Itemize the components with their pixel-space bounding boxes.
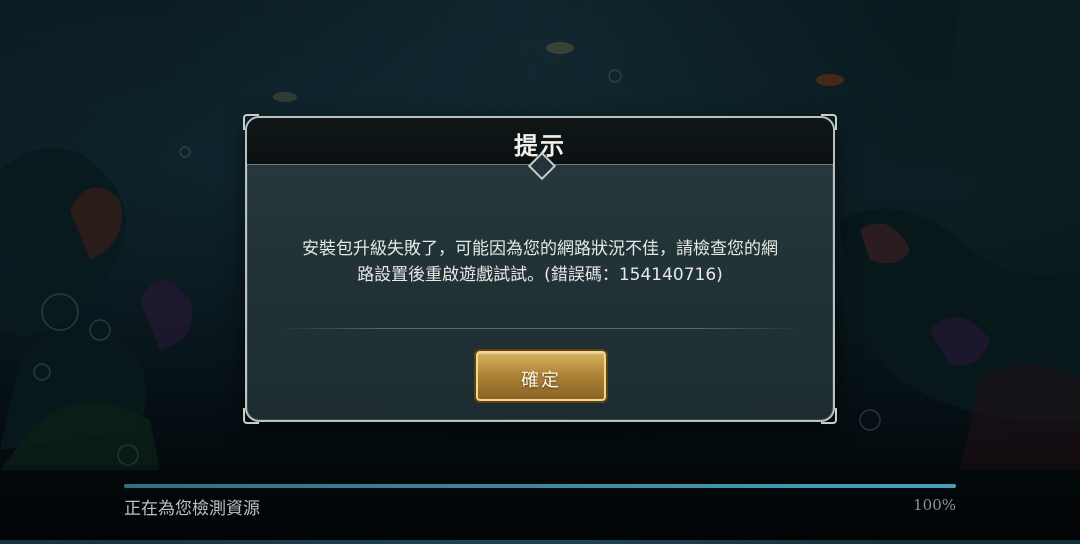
dialog-divider bbox=[277, 328, 803, 329]
loading-status-text: 正在為您檢測資源 bbox=[124, 499, 260, 519]
dialog-corner-ornament bbox=[243, 408, 259, 424]
dialog-message-line: 安裝包升級失敗了，可能因為您的網路狀況不佳，請檢查您的網 bbox=[302, 239, 778, 259]
confirm-button[interactable]: 確定 bbox=[476, 351, 606, 401]
loading-progress-bar bbox=[124, 484, 956, 488]
dialog-message-line: 路設置後重啟遊戲試試。(錯誤碼：154140716) bbox=[357, 265, 723, 285]
dialog-message: 安裝包升級失敗了，可能因為您的網路狀況不佳，請檢查您的網 路設置後重啟遊戲試試。… bbox=[261, 236, 819, 288]
alert-dialog: 提示 安裝包升級失敗了，可能因為您的網路狀況不佳，請檢查您的網 路設置後重啟遊戲… bbox=[243, 114, 837, 424]
loading-percent-text: 100% bbox=[913, 496, 956, 514]
dialog-corner-ornament bbox=[821, 408, 837, 424]
confirm-button-label: 確定 bbox=[521, 370, 561, 391]
loading-progress-fill bbox=[124, 484, 956, 488]
